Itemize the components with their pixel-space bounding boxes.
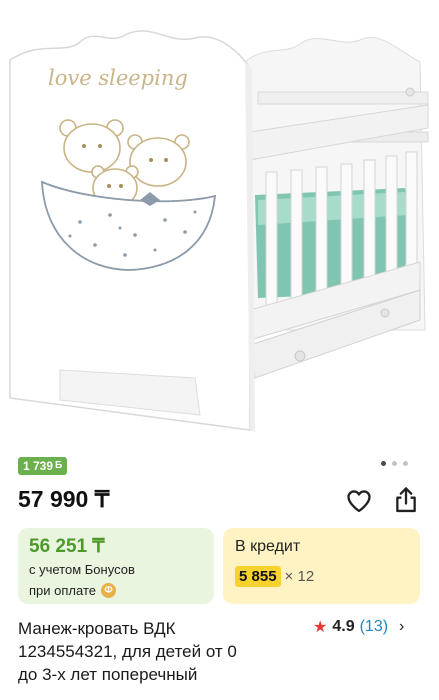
carousel-dot[interactable] [403, 461, 408, 466]
rating-score: 4.9 [332, 618, 355, 635]
carousel-indicator [381, 461, 408, 466]
share-icon [396, 487, 416, 513]
bonus-badge: 1 739 Б [18, 457, 68, 475]
review-count: (13) [359, 618, 389, 635]
product-title-line: Манеж-кровать ВДК [18, 619, 176, 638]
bonus-price: 56 251 ₸ [29, 536, 105, 557]
bonus-note-line1: с учетом Бонусов [29, 562, 135, 577]
favorite-button[interactable] [345, 487, 373, 515]
bonus-price-card[interactable]: 56 251 ₸ с учетом Бонусов при оплате Ф [18, 528, 214, 604]
bonus-coin-icon: Ф [100, 583, 116, 598]
rating-link[interactable]: ★ 4.9 (13) › [313, 617, 404, 637]
star-icon: ★ [313, 619, 328, 636]
product-title: Манеж-кровать ВДК 1234554321, для детей … [18, 617, 298, 686]
bonus-amount: 1 739 [23, 459, 54, 473]
bonus-currency: Б [55, 460, 63, 471]
credit-months: × 12 [284, 568, 315, 585]
credit-label: В кредит [235, 538, 301, 555]
credit-monthly-amount: 5 855 [235, 566, 281, 587]
heart-icon [347, 490, 371, 513]
product-title-line: до 3-х лет поперечный [18, 665, 198, 684]
carousel-dot[interactable] [392, 461, 397, 466]
product-title-line: 1234554321, для детей от 0 [18, 642, 237, 661]
credit-card[interactable]: В кредит 5 855 × 12 [223, 528, 420, 604]
chevron-right-icon: › [399, 618, 405, 635]
bonus-note-line2: при оплате [29, 583, 96, 598]
product-image[interactable]: love sleeping [0, 0, 439, 450]
svg-text:love sleeping: love sleeping [48, 66, 188, 90]
share-button[interactable] [392, 485, 420, 515]
carousel-dot[interactable] [381, 461, 386, 466]
product-price: 57 990 ₸ [18, 486, 110, 512]
